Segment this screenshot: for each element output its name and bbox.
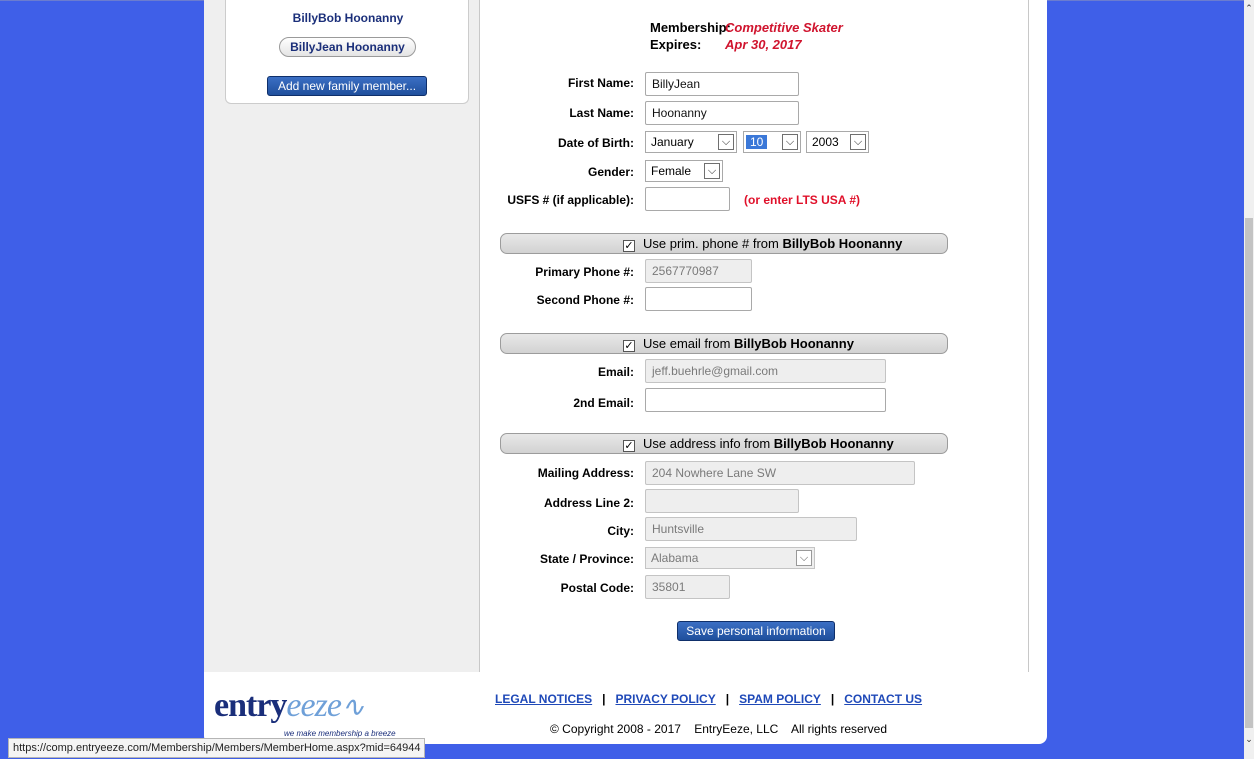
dob-year-value: 2003 bbox=[812, 135, 839, 149]
primary-phone-label: Primary Phone #: bbox=[535, 265, 634, 279]
scroll-up-icon[interactable]: ⌃ bbox=[1244, 3, 1254, 14]
chevron-down-icon: ⌵ bbox=[850, 134, 866, 150]
use-email-text: Use email from bbox=[643, 336, 735, 351]
use-address-checkbox[interactable]: ✓ bbox=[623, 440, 635, 452]
second-phone-label: Second Phone #: bbox=[536, 293, 634, 307]
legal-notices-link[interactable]: LEGAL NOTICES bbox=[495, 692, 592, 706]
contact-us-link[interactable]: CONTACT US bbox=[844, 692, 922, 706]
use-address-text: Use address info from bbox=[643, 436, 774, 451]
use-email-name: BillyBob Hoonanny bbox=[734, 336, 854, 351]
dob-year-select[interactable]: 2003 ⌵ bbox=[806, 131, 869, 153]
scroll-down-icon[interactable]: ⌄ bbox=[1244, 734, 1254, 745]
family-member-list: BillyBob Hoonanny BillyJean Hoonanny Add… bbox=[225, 0, 469, 104]
state-select[interactable]: Alabama ⌵ bbox=[645, 547, 815, 569]
second-phone-input[interactable] bbox=[645, 287, 752, 311]
spam-policy-link[interactable]: SPAM POLICY bbox=[739, 692, 821, 706]
last-name-input[interactable]: Hoonanny bbox=[645, 101, 799, 125]
email-input[interactable]: jeff.buehrle@gmail.com bbox=[645, 359, 886, 383]
copyright-text: © Copyright 2008 - 2017 EntryEeze, LLC A… bbox=[550, 722, 888, 736]
chevron-down-icon: ⌵ bbox=[718, 134, 734, 150]
family-member-selected[interactable]: BillyJean Hoonanny bbox=[279, 37, 416, 57]
scrollbar-thumb[interactable] bbox=[1245, 218, 1253, 728]
first-name-input[interactable]: BillyJean bbox=[645, 72, 799, 96]
use-primary-phone-bar: ✓ Use prim. phone # from BillyBob Hoonann… bbox=[500, 233, 948, 254]
first-name-label: First Name: bbox=[567, 76, 634, 90]
gender-label: Gender: bbox=[587, 165, 634, 179]
entryeeze-logo: entryeeze∿ we make membership a breeze bbox=[204, 685, 404, 738]
use-address-name: BillyBob Hoonanny bbox=[773, 436, 894, 451]
state-value: Alabama bbox=[651, 551, 699, 565]
use-email-bar: ✓ Use email from BillyBob Hoonanny bbox=[500, 333, 948, 354]
city-label: City: bbox=[607, 524, 634, 538]
last-name-label: Last Name: bbox=[569, 106, 634, 120]
mailing-address-label: Mailing Address: bbox=[537, 466, 634, 480]
state-label: State / Province: bbox=[539, 552, 634, 566]
membership-value: Competitive Skater bbox=[725, 20, 843, 35]
footer: entryeeze∿ we make membership a breeze L… bbox=[204, 672, 1047, 744]
save-personal-info-button[interactable]: Save personal information bbox=[677, 621, 835, 641]
gender-select[interactable]: Female ⌵ bbox=[645, 160, 723, 182]
vertical-scrollbar[interactable]: ⌃ ⌄ bbox=[1244, 0, 1254, 759]
second-email-label: 2nd Email: bbox=[573, 396, 634, 410]
lts-note: (or enter LTS USA #) bbox=[744, 193, 861, 207]
page-container: BillyBob Hoonanny BillyJean Hoonanny Add… bbox=[204, 0, 1047, 744]
usfs-label: USFS # (if applicable): bbox=[507, 193, 634, 207]
second-email-input[interactable] bbox=[645, 388, 886, 412]
address-line2-label: Address Line 2: bbox=[543, 496, 634, 510]
chevron-down-icon: ⌵ bbox=[704, 163, 720, 179]
privacy-policy-link[interactable]: PRIVACY POLICY bbox=[615, 692, 715, 706]
membership-label: Membership: bbox=[650, 20, 731, 35]
use-phone-checkbox[interactable]: ✓ bbox=[623, 240, 635, 252]
use-phone-text: Use prim. phone # from bbox=[643, 236, 783, 251]
personal-info-form: Membership: Competitive Skater Expires: … bbox=[481, 0, 1029, 672]
logo-tagline: we make membership a breeze bbox=[284, 729, 396, 738]
footer-links: LEGAL NOTICES | PRIVACY POLICY | SPAM POLICY… bbox=[495, 692, 923, 706]
add-family-member-button[interactable]: Add new family member... bbox=[267, 76, 427, 96]
usfs-input[interactable] bbox=[645, 187, 730, 211]
primary-phone-input[interactable]: 2567770987 bbox=[645, 259, 752, 283]
family-sidebar: BillyBob Hoonanny BillyJean Hoonanny Add… bbox=[204, 0, 480, 672]
city-input[interactable]: Huntsville bbox=[645, 517, 857, 541]
use-address-bar: ✓ Use address info from BillyBob Hoonanny bbox=[500, 433, 948, 454]
status-bar-url: https://comp.entryeeze.com/Membership/Me… bbox=[8, 738, 426, 758]
dob-month-select[interactable]: January ⌵ bbox=[645, 131, 737, 153]
address-line2-input[interactable] bbox=[645, 489, 799, 513]
family-member-link[interactable]: BillyBob Hoonanny bbox=[226, 11, 470, 25]
mailing-address-input[interactable]: 204 Nowhere Lane SW bbox=[645, 461, 915, 485]
logo-text: entryeeze∿ bbox=[214, 687, 364, 724]
gender-value: Female bbox=[651, 164, 692, 178]
dob-month-value: January bbox=[651, 135, 694, 149]
expires-value: Apr 30, 2017 bbox=[725, 37, 802, 52]
dob-label: Date of Birth: bbox=[558, 136, 634, 150]
chevron-down-icon: ⌵ bbox=[796, 550, 812, 566]
dob-day-select[interactable]: 10 ⌵ bbox=[743, 131, 801, 153]
chevron-down-icon: ⌵ bbox=[782, 134, 798, 150]
postal-code-label: Postal Code: bbox=[560, 581, 634, 595]
email-label: Email: bbox=[597, 365, 634, 379]
use-phone-name: BillyBob Hoonanny bbox=[782, 236, 903, 251]
expires-label: Expires: bbox=[650, 37, 702, 52]
postal-code-input[interactable]: 35801 bbox=[645, 575, 730, 599]
dob-day-value: 10 bbox=[746, 135, 768, 149]
use-email-checkbox[interactable]: ✓ bbox=[623, 340, 635, 352]
